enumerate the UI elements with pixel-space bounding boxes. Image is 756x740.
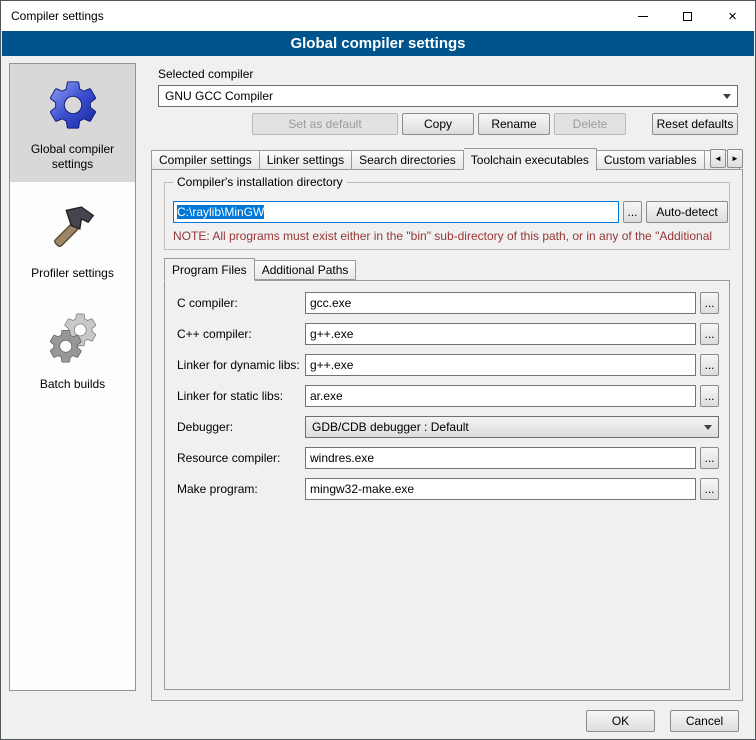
compiler-settings-window: Compiler settings × Global compiler sett… [0,0,756,740]
debugger-select[interactable]: GDB/CDB debugger : Default [305,416,719,438]
sidebar-item-label: Batch builds [40,377,105,392]
install-dir-groupbox: Compiler's installation directory C:\ray… [164,182,730,250]
settings-tabbar: Compiler settings Linker settings Search… [151,147,743,170]
debugger-label: Debugger: [177,420,305,434]
minimize-icon [638,16,648,17]
sidebar-item-label: Profiler settings [31,266,114,281]
compiler-select[interactable]: GNU GCC Compiler [158,85,738,107]
delete-button[interactable]: Delete [554,113,626,135]
cpp-compiler-input[interactable] [305,323,696,345]
blue-gear-icon [44,76,102,134]
titlebar: Compiler settings × [1,1,755,31]
close-icon: × [728,9,737,24]
sidebar-item-batch-builds[interactable]: Batch builds [10,297,135,402]
chevron-down-icon [723,94,731,99]
maximize-icon [683,12,692,21]
c-compiler-label: C compiler: [177,296,305,310]
tab-custom-variables[interactable]: Custom variables [597,150,705,170]
compiler-toolbar: Set as default Copy Rename Delete Reset … [252,113,738,135]
subtab-additional-paths[interactable]: Additional Paths [255,260,357,280]
gray-gears-icon [44,309,102,369]
install-dir-selected-text: C:\raylib\MinGW [177,205,264,219]
window-title: Compiler settings [1,9,620,23]
cpp-compiler-browse-button[interactable]: ... [700,323,719,345]
profiler-tool-icon [46,200,100,258]
minimize-button[interactable] [620,1,665,31]
make-program-input[interactable] [305,478,696,500]
compiler-select-value: GNU GCC Compiler [165,89,717,103]
set-as-default-button[interactable]: Set as default [252,113,398,135]
tab-linker-settings[interactable]: Linker settings [260,150,352,170]
tab-compiler-settings[interactable]: Compiler settings [151,150,260,170]
field-row-cpp-compiler: C++ compiler: ... [177,323,719,345]
dynamic-linker-browse-button[interactable]: ... [700,354,719,376]
field-row-debugger: Debugger: GDB/CDB debugger : Default [177,416,719,438]
resource-compiler-label: Resource compiler: [177,451,305,465]
cancel-button[interactable]: Cancel [670,710,739,732]
static-linker-browse-button[interactable]: ... [700,385,719,407]
tab-toolchain-executables[interactable]: Toolchain executables [464,148,597,171]
debugger-select-value: GDB/CDB debugger : Default [312,420,698,434]
install-dir-row: C:\raylib\MinGW ... Auto-detect [173,201,721,223]
dynamic-linker-input[interactable] [305,354,696,376]
sidebar: Global compiler settings Profiler settin… [9,63,136,691]
make-program-browse-button[interactable]: ... [700,478,719,500]
install-dir-input[interactable]: C:\raylib\MinGW [173,201,619,223]
field-row-make-program: Make program: ... [177,478,719,500]
dialog-header: Global compiler settings [2,31,754,56]
copy-button[interactable]: Copy [402,113,474,135]
window-controls: × [620,1,755,31]
make-program-label: Make program: [177,482,305,496]
reset-defaults-button[interactable]: Reset defaults [652,113,738,135]
cpp-compiler-label: C++ compiler: [177,327,305,341]
field-row-c-compiler: C compiler: ... [177,292,719,314]
rename-button[interactable]: Rename [478,113,550,135]
toolchain-subtabbar: Program Files Additional Paths [164,258,356,280]
subtab-program-files[interactable]: Program Files [164,258,255,281]
close-button[interactable]: × [710,1,755,31]
chevron-down-icon [704,425,712,430]
sidebar-item-profiler-settings[interactable]: Profiler settings [10,188,135,291]
c-compiler-browse-button[interactable]: ... [700,292,719,314]
resource-compiler-browse-button[interactable]: ... [700,447,719,469]
ok-button[interactable]: OK [586,710,655,732]
static-linker-label: Linker for static libs: [177,389,305,403]
program-files-rows: C compiler: ... C++ compiler: ... Linker… [165,281,729,500]
tab-scroll-right-button[interactable]: ► [727,149,743,168]
field-row-resource-compiler: Resource compiler: ... [177,447,719,469]
tab-scroll-left-button[interactable]: ◄ [710,149,726,168]
install-dir-browse-button[interactable]: ... [623,201,642,223]
maximize-button[interactable] [665,1,710,31]
autodetect-button[interactable]: Auto-detect [646,201,728,223]
toolchain-executables-panel: Compiler's installation directory C:\ray… [151,169,743,701]
selected-compiler-label: Selected compiler [158,67,253,81]
resource-compiler-input[interactable] [305,447,696,469]
field-row-static-linker: Linker for static libs: ... [177,385,719,407]
c-compiler-input[interactable] [305,292,696,314]
tab-search-directories[interactable]: Search directories [352,150,464,170]
dynamic-linker-label: Linker for dynamic libs: [177,358,305,372]
static-linker-input[interactable] [305,385,696,407]
field-row-dynamic-linker: Linker for dynamic libs: ... [177,354,719,376]
tab-scrollers: ◄ ► [709,149,743,168]
install-dir-groupbox-legend: Compiler's installation directory [173,175,347,189]
note-text: NOTE: All programs must exist either in … [173,229,727,243]
sidebar-item-label: Global compiler settings [14,142,131,172]
sidebar-item-global-compiler-settings[interactable]: Global compiler settings [10,64,135,182]
program-files-panel: C compiler: ... C++ compiler: ... Linker… [164,280,730,690]
